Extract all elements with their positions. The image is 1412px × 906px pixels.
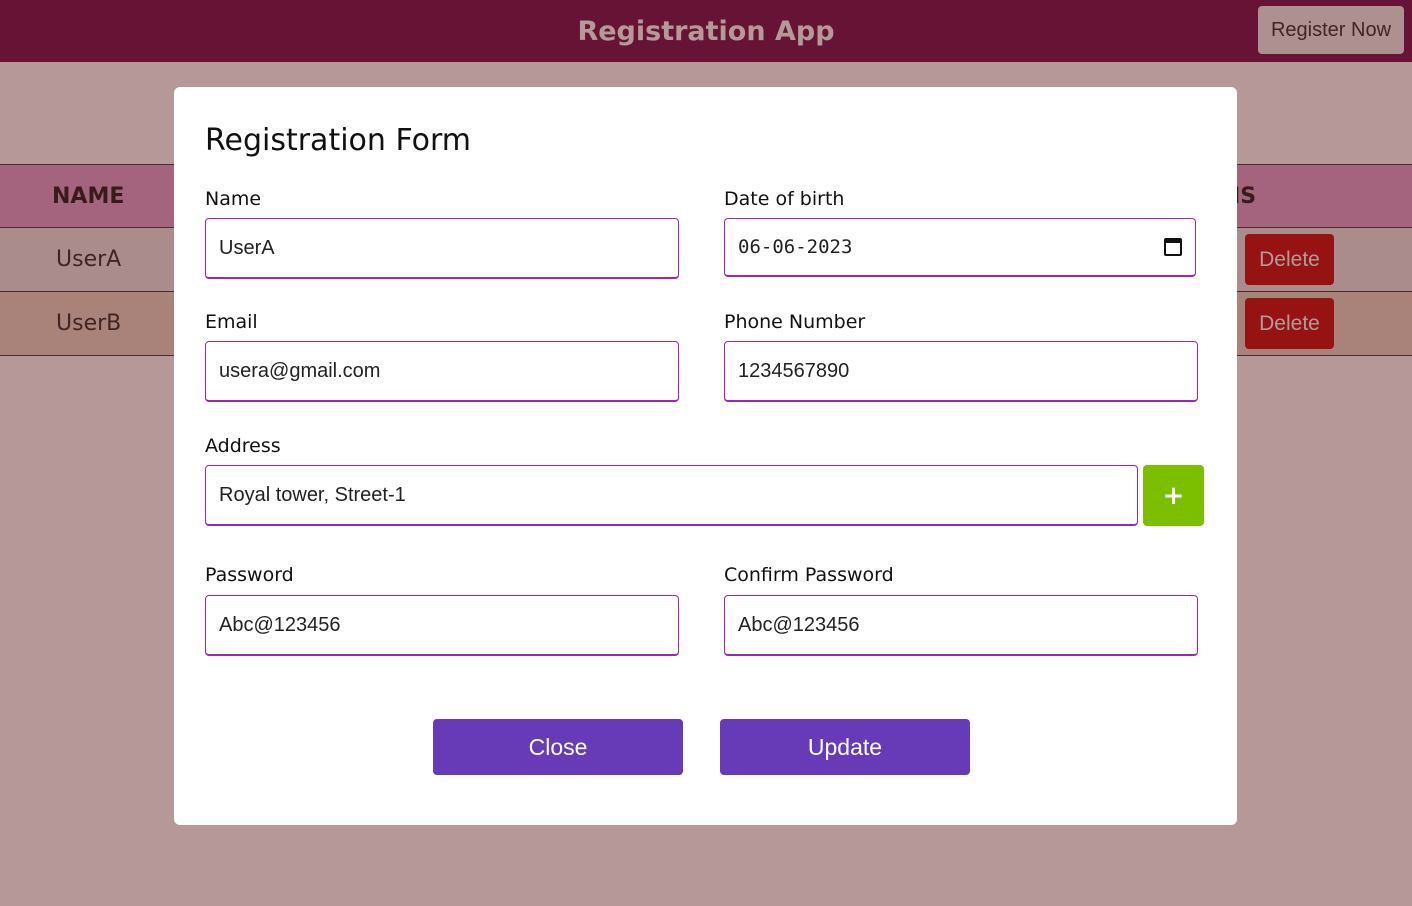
email-label: Email — [205, 311, 258, 333]
close-button[interactable]: Close — [433, 719, 683, 775]
update-button[interactable]: Update — [720, 719, 970, 775]
phone-field[interactable] — [724, 341, 1198, 402]
dob-value: 06-06-2023 — [738, 236, 853, 258]
password-label: Password — [205, 564, 294, 586]
modal-title: Registration Form — [205, 123, 472, 158]
dob-field[interactable]: 06-06-2023 — [724, 218, 1196, 277]
phone-label: Phone Number — [724, 311, 866, 333]
name-field[interactable] — [205, 218, 679, 279]
confirm-password-field[interactable] — [724, 595, 1198, 656]
dob-label: Date of birth — [724, 188, 845, 210]
address-field[interactable] — [205, 465, 1138, 526]
name-label: Name — [205, 188, 262, 210]
password-field[interactable] — [205, 595, 679, 656]
email-field[interactable] — [205, 341, 679, 402]
add-address-button[interactable]: + — [1143, 465, 1204, 526]
calendar-icon[interactable] — [1164, 238, 1182, 256]
registration-modal: Registration Form Name Date of birth 06-… — [174, 87, 1237, 825]
confirm-password-label: Confirm Password — [724, 564, 894, 586]
address-label: Address — [205, 435, 281, 457]
